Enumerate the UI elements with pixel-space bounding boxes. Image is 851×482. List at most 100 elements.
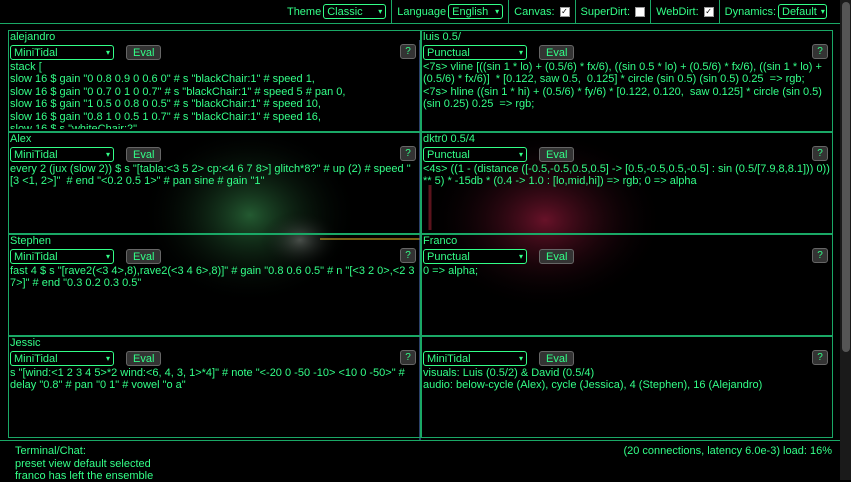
chevron-down-icon: ▾ — [105, 48, 110, 57]
code-editor[interactable]: every 2 (jux (slow 2)) $ s "[tabla:<3 5 … — [10, 163, 418, 231]
code-editor[interactable]: 0 => alpha; — [423, 265, 830, 333]
dynamics-label: Dynamics: — [724, 5, 776, 18]
language-mode-select[interactable]: MiniTidal ▾ — [10, 249, 114, 264]
editor-owner-name: Franco — [423, 235, 458, 247]
help-button[interactable]: ? — [812, 44, 828, 59]
language-mode-select[interactable]: Punctual ▾ — [423, 147, 527, 162]
terminal-line: franco has left the ensemble — [15, 470, 154, 482]
canvas-label: Canvas: — [514, 5, 555, 18]
editor-controls: Punctual ▾ Eval — [423, 147, 575, 162]
chevron-down-icon: ▾ — [378, 7, 383, 16]
editor-owner-name: Stephen — [10, 235, 51, 247]
chevron-down-icon: ▾ — [518, 48, 523, 57]
editor-cell: alejandro MiniTidal ▾ Eval? stack [ slow 16 … — [8, 30, 421, 132]
chevron-down-icon: ▾ — [518, 354, 523, 363]
terminal-line: preset view default selected — [15, 458, 151, 470]
theme-label: Theme — [286, 5, 322, 18]
editor-cell: dktr0 0.5/4 Punctual ▾ Eval? <4s> ((1 - (dis… — [421, 132, 833, 234]
help-button[interactable]: ? — [812, 350, 828, 365]
editor-controls: MiniTidal ▾ Eval — [10, 249, 162, 264]
help-button[interactable]: ? — [400, 44, 416, 59]
scrollbar-thumb[interactable] — [842, 2, 850, 352]
theme-select[interactable]: Classic ▾ — [323, 4, 387, 19]
editor-controls: MiniTidal ▾ Eval — [10, 45, 162, 60]
chevron-down-icon: ▾ — [820, 7, 825, 16]
code-editor[interactable]: fast 4 $ s "[rave2(<3 4>,8),rave2(<3 4 6… — [10, 265, 418, 333]
language-mode-value: MiniTidal — [14, 352, 58, 365]
terminal-lines: preset view default selected franco has … — [15, 458, 153, 482]
editor-cell: Stephen MiniTidal ▾ Eval? fast 4 $ s "[rave2… — [8, 234, 421, 336]
chevron-down-icon: ▾ — [495, 7, 500, 16]
editor-controls: MiniTidal ▾ Eval — [10, 351, 162, 366]
editor-grid: alejandro MiniTidal ▾ Eval? stack [ slow 16 … — [8, 30, 833, 438]
editor-cell: MiniTidal ▾ Eval? visuals: Luis (0.5/2) & D… — [421, 336, 833, 438]
editor-cell: Alex MiniTidal ▾ Eval? every 2 (jux (slow 2)… — [8, 132, 421, 234]
superdirt-group: SuperDirt: — [574, 0, 651, 24]
editor-owner-name: alejandro — [10, 31, 56, 43]
language-mode-select[interactable]: Punctual ▾ — [423, 249, 527, 264]
code-editor[interactable]: stack [ slow 16 $ gain "0 0.8 0.9 0 0.6 … — [10, 61, 418, 129]
eval-button[interactable]: Eval — [539, 147, 575, 162]
code-editor[interactable]: s "[wind:<1 2 3 4 5>*2 wind:<6, 4, 3, 1>… — [10, 367, 418, 435]
dynamics-select-value: Default — [782, 5, 817, 18]
webdirt-group: WebDirt: ✓ — [650, 0, 719, 24]
eval-button[interactable]: Eval — [539, 249, 575, 264]
eval-button[interactable]: Eval — [126, 351, 162, 366]
dynamics-select[interactable]: Default ▾ — [778, 4, 827, 19]
language-label: Language — [397, 5, 447, 18]
webdirt-checkbox[interactable]: ✓ — [703, 6, 714, 17]
canvas-checkbox[interactable]: ✓ — [559, 6, 570, 17]
superdirt-label: SuperDirt: — [580, 5, 631, 18]
eval-button[interactable]: Eval — [126, 147, 162, 162]
terminal-chat: Terminal/Chat: preset view default selec… — [0, 440, 840, 482]
language-mode-value: MiniTidal — [14, 46, 58, 59]
language-mode-value: MiniTidal — [14, 250, 58, 263]
code-editor[interactable]: <7s> vline [((sin 1 * lo) + (0.5/6) * fx… — [423, 61, 830, 129]
canvas-group: Canvas: ✓ — [508, 0, 574, 24]
editor-cell: luis 0.5/Punctual ▾ Eval? <7s> vline [((sin… — [421, 30, 833, 132]
dynamics-group: Dynamics: Default ▾ — [718, 0, 832, 24]
language-mode-select[interactable]: Punctual ▾ — [423, 45, 527, 60]
code-editor[interactable]: visuals: Luis (0.5/2) & David (0.5/4) au… — [423, 367, 830, 435]
eval-button[interactable]: Eval — [126, 249, 162, 264]
editor-controls: Punctual ▾ Eval — [423, 249, 575, 264]
chevron-down-icon: ▾ — [518, 150, 523, 159]
help-button[interactable]: ? — [400, 248, 416, 263]
terminal-title: Terminal/Chat: — [15, 445, 86, 457]
language-mode-select[interactable]: MiniTidal ▾ — [423, 351, 527, 366]
language-mode-select[interactable]: MiniTidal ▾ — [10, 351, 114, 366]
language-mode-value: Punctual — [427, 250, 470, 263]
connection-status: (20 connections, latency 6.0e-3) load: 1… — [623, 445, 832, 457]
code-editor[interactable]: <4s> ((1 - (distance ([-0.5,-0.5,0.5,0.5… — [423, 163, 830, 231]
chevron-down-icon: ▾ — [105, 354, 110, 363]
help-button[interactable]: ? — [812, 146, 828, 161]
editor-owner-name: Alex — [10, 133, 32, 145]
language-mode-value: Punctual — [427, 46, 470, 59]
language-mode-value: MiniTidal — [427, 352, 471, 365]
eval-button[interactable]: Eval — [539, 45, 575, 60]
superdirt-checkbox[interactable] — [635, 6, 646, 17]
editor-controls: MiniTidal ▾ Eval — [10, 147, 162, 162]
eval-button[interactable]: Eval — [539, 351, 575, 366]
webdirt-label: WebDirt: — [656, 5, 699, 18]
chevron-down-icon: ▾ — [105, 150, 110, 159]
language-mode-select[interactable]: MiniTidal ▾ — [10, 45, 114, 60]
language-select[interactable]: English ▾ — [448, 4, 504, 19]
language-mode-value: MiniTidal — [14, 148, 58, 161]
help-button[interactable]: ? — [812, 248, 828, 263]
page-scrollbar[interactable] — [840, 0, 851, 480]
editor-owner-name: dktr0 0.5/4 — [423, 133, 475, 145]
chevron-down-icon: ▾ — [105, 252, 110, 261]
help-button[interactable]: ? — [400, 350, 416, 365]
editor-controls: MiniTidal ▾ Eval — [423, 351, 575, 366]
editor-cell: Franco Punctual ▾ Eval? 0 => alpha; — [421, 234, 833, 336]
language-select-value: English — [452, 5, 489, 18]
help-button[interactable]: ? — [400, 146, 416, 161]
eval-button[interactable]: Eval — [126, 45, 162, 60]
theme-select-value: Classic — [327, 5, 363, 18]
language-mode-value: Punctual — [427, 148, 470, 161]
chevron-down-icon: ▾ — [518, 252, 523, 261]
theme-group: Theme Classic ▾ — [282, 0, 391, 24]
top-toolbar: Theme Classic ▾ Language English ▾ Canva… — [0, 0, 840, 24]
language-mode-select[interactable]: MiniTidal ▾ — [10, 147, 114, 162]
